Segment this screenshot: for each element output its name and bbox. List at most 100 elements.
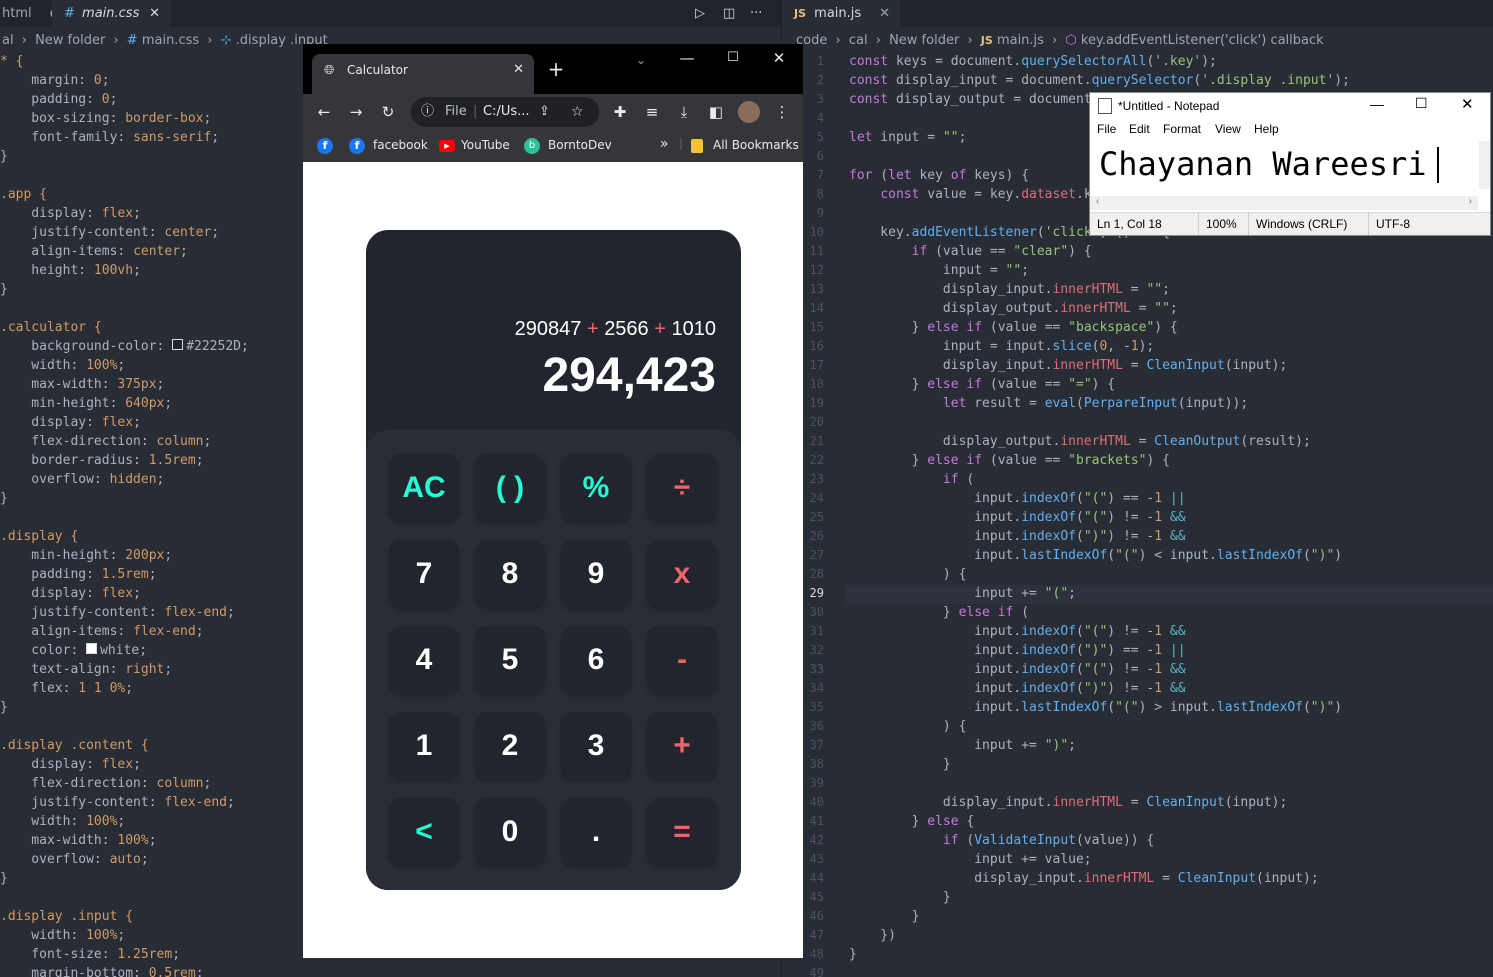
code-token: indexOf: [1021, 681, 1076, 696]
calc-key[interactable]: 1: [389, 712, 459, 780]
breadcrumb-item[interactable]: main.js: [997, 33, 1044, 48]
code-token: "(": [1083, 624, 1108, 639]
code-token: indexOf: [1021, 662, 1076, 677]
code-token: ;: [1021, 263, 1030, 278]
code-line: input = input.slice(0, -1);: [849, 337, 1154, 356]
menu-dots-icon[interactable]: ⋮: [773, 102, 791, 122]
code-token: ) != -: [1107, 529, 1155, 544]
menu-file[interactable]: File: [1097, 122, 1116, 136]
new-tab-plus-icon[interactable]: +: [546, 59, 566, 79]
calc-key[interactable]: 4: [389, 626, 459, 694]
share-icon[interactable]: ⇪: [539, 97, 550, 127]
code-token: "(": [1083, 510, 1108, 525]
minimize-icon[interactable]: —: [679, 48, 695, 68]
close-window-icon[interactable]: ✕: [771, 48, 787, 68]
code-token: display_input.: [849, 282, 1053, 297]
calc-key[interactable]: 8: [475, 540, 545, 608]
tab-main-js[interactable]: JS main.js ✕: [782, 0, 900, 27]
code-token: }: [849, 605, 959, 620]
code-token: keys = document.: [888, 54, 1022, 69]
code-token: (value)) {: [1075, 833, 1155, 848]
address-bar[interactable]: ⓘ File | C:/Us... ⇪ ☆: [411, 97, 599, 127]
color-swatch[interactable]: [86, 643, 98, 654]
calc-key[interactable]: AC: [389, 454, 459, 522]
avatar[interactable]: [738, 101, 760, 123]
tab-search-chevron-icon[interactable]: ⌄: [633, 50, 649, 70]
calc-key[interactable]: 2: [475, 712, 545, 780]
close-icon[interactable]: ✕: [149, 0, 160, 27]
calc-key[interactable]: 7: [389, 540, 459, 608]
code-token: (: [1075, 510, 1084, 525]
code-line: background-color: #22252D;: [0, 337, 249, 356]
code-line: flex-direction: column;: [0, 432, 211, 451]
forward-arrow-icon[interactable]: →: [347, 102, 365, 122]
notepad-text-area[interactable]: Chayanan Wareesri: [1090, 141, 1478, 189]
close-icon[interactable]: ✕: [513, 62, 524, 77]
bookmark-youtube[interactable]: YouTube: [461, 138, 510, 152]
breadcrumb-item[interactable]: New folder: [889, 33, 959, 48]
menu-edit[interactable]: Edit: [1129, 122, 1150, 136]
info-icon[interactable]: ⓘ: [421, 97, 434, 127]
code-token: ")": [1083, 529, 1108, 544]
extensions-puzzle-icon[interactable]: ✚: [611, 102, 629, 122]
breadcrumb-item[interactable]: al: [2, 33, 14, 48]
calc-key[interactable]: .: [561, 798, 631, 866]
calc-key[interactable]: ÷: [647, 454, 717, 522]
calc-key[interactable]: ( ): [475, 454, 545, 522]
maximize-icon[interactable]: ☐: [725, 48, 741, 68]
back-arrow-icon[interactable]: ←: [315, 102, 333, 122]
breadcrumb-item[interactable]: cal: [849, 33, 868, 48]
menu-help[interactable]: Help: [1254, 122, 1279, 136]
horizontal-scrollbar[interactable]: ‹ ›: [1090, 196, 1478, 210]
breadcrumb-item[interactable]: main.css: [142, 33, 199, 48]
calc-key[interactable]: 0: [475, 798, 545, 866]
js-file-icon: JS: [980, 34, 993, 47]
calc-key[interactable]: <: [389, 798, 459, 866]
calc-key[interactable]: -: [647, 626, 717, 694]
calc-key[interactable]: +: [647, 712, 717, 780]
minimize-icon[interactable]: —: [1370, 96, 1384, 112]
split-editor-icon[interactable]: ◫: [723, 0, 743, 27]
code-token: (value ==: [982, 453, 1069, 468]
code-token: ) != -: [1107, 681, 1155, 696]
breadcrumb-item[interactable]: New folder: [35, 33, 105, 48]
close-window-icon[interactable]: ✕: [1461, 95, 1474, 113]
calc-key[interactable]: 9: [561, 540, 631, 608]
bookmark-borntodev[interactable]: BorntoDev: [548, 138, 612, 152]
calc-key[interactable]: 6: [561, 626, 631, 694]
facebook-icon[interactable]: f: [317, 138, 333, 154]
code-token: lastIndexOf: [1216, 548, 1303, 563]
maximize-icon[interactable]: ☐: [1415, 95, 1428, 112]
bookmarks-overflow[interactable]: »: [660, 136, 669, 152]
reload-icon[interactable]: ↻: [379, 102, 397, 122]
code-token: if: [942, 472, 959, 487]
bookmark-facebook[interactable]: facebook: [373, 138, 428, 152]
more-actions-icon[interactable]: ···: [750, 0, 770, 27]
download-icon[interactable]: ⤓: [675, 102, 693, 122]
code-token: flex-direction:: [0, 776, 157, 791]
tab-main-css[interactable]: # main.css ✕: [52, 0, 170, 27]
calc-key[interactable]: %: [561, 454, 631, 522]
line-number: 49: [809, 966, 824, 977]
scroll-left-icon[interactable]: ‹: [1096, 196, 1099, 207]
menu-view[interactable]: View: [1215, 122, 1241, 136]
code-line: if (: [849, 470, 974, 489]
calc-key[interactable]: =: [647, 798, 717, 866]
run-icon[interactable]: ▷: [695, 0, 715, 27]
media-queue-icon[interactable]: ≡: [643, 102, 661, 122]
scroll-right-icon[interactable]: ›: [1469, 196, 1472, 207]
tab-html-file[interactable]: html ●: [0, 0, 61, 27]
breadcrumb-item[interactable]: key.addEventListener('click') callback: [1081, 33, 1324, 48]
all-bookmarks[interactable]: All Bookmarks: [713, 138, 799, 152]
close-icon[interactable]: ✕: [879, 0, 890, 27]
color-swatch[interactable]: [172, 339, 184, 350]
browser-tab[interactable]: 🌐︎ Calculator ✕: [312, 54, 534, 94]
calc-key[interactable]: x: [647, 540, 717, 608]
bookmark-star-icon[interactable]: ☆: [571, 97, 584, 127]
calc-key[interactable]: 3: [561, 712, 631, 780]
side-panel-icon[interactable]: ◧: [707, 102, 725, 122]
code-line: }: [0, 869, 8, 888]
vertical-scrollbar[interactable]: [1479, 141, 1490, 189]
menu-format[interactable]: Format: [1163, 122, 1201, 136]
calc-key[interactable]: 5: [475, 626, 545, 694]
